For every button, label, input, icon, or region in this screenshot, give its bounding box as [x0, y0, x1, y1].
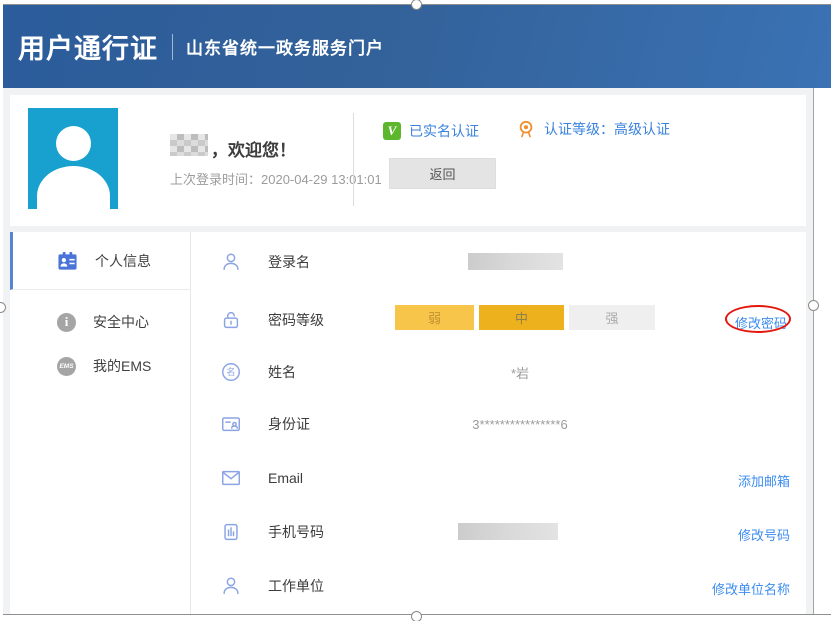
avatar	[28, 108, 118, 209]
selection-handle-right[interactable]	[808, 300, 819, 311]
strength-bar-strong: 强	[569, 305, 655, 330]
sidebar-item-label: 个人信息	[95, 251, 151, 271]
id-badge-icon	[57, 251, 78, 271]
username-redacted	[170, 134, 208, 156]
profile-row-id-card: 身份证 3****************6	[190, 411, 806, 437]
app-title: 用户通行证	[18, 27, 158, 66]
svg-text:名: 名	[226, 366, 235, 377]
screenshot-canvas: 用户通行证 山东省统一政务服务门户 ，欢迎您！ 上次登录时间：2020-04-2…	[0, 0, 834, 621]
strength-bar-medium: 中	[479, 305, 564, 330]
phone-icon	[220, 521, 242, 543]
login-name-redacted	[468, 253, 563, 270]
auth-level-badge: 认证等级：高级认证	[516, 119, 670, 139]
selection-handle-bottom[interactable]	[411, 611, 422, 621]
sidebar-item-label: 我的EMS	[93, 356, 151, 376]
profile-row-login-name: 登录名	[190, 249, 806, 275]
last-login-text: 上次登录时间：2020-04-29 13:01:01	[170, 169, 382, 188]
profile-row-name: 名 姓名 *岩	[190, 359, 806, 385]
greeting-text: ，欢迎您！	[211, 136, 296, 161]
sidebar-item-security-center[interactable]: i 安全中心	[10, 300, 190, 344]
row-label: 登录名	[268, 252, 310, 272]
row-label: Email	[268, 470, 303, 486]
realname-verified-badge: V 已实名认证	[383, 121, 479, 141]
row-label: 手机号码	[268, 522, 324, 542]
row-label: 密码等级	[268, 310, 324, 330]
id-card-icon	[220, 413, 242, 435]
add-email-link[interactable]: 添加邮箱	[738, 471, 790, 490]
profile-row-phone: 手机号码	[190, 519, 806, 545]
verified-label: 已实名认证	[409, 121, 479, 141]
sidebar-item-my-ems[interactable]: EMS 我的EMS	[10, 344, 190, 388]
password-strength-bars: 弱 中 强	[395, 305, 655, 330]
name-icon: 名	[220, 361, 242, 383]
app-header: 用户通行证 山东省统一政务服务门户	[3, 5, 831, 88]
sidebar: 个人信息 i 安全中心 EMS 我的EMS	[10, 232, 190, 614]
page-right-gutter	[813, 88, 831, 614]
briefcase-user-icon	[220, 575, 242, 597]
mail-icon	[220, 467, 242, 489]
user-icon	[220, 251, 242, 273]
row-label: 姓名	[268, 362, 296, 382]
ems-icon: EMS	[57, 357, 76, 376]
lock-icon	[220, 309, 242, 331]
app-subtitle: 山东省统一政务服务门户	[186, 34, 384, 59]
profile-row-email: Email	[190, 465, 806, 491]
auth-level-label: 认证等级：高级认证	[544, 119, 670, 139]
change-phone-link[interactable]: 修改号码	[738, 525, 790, 544]
welcome-divider	[353, 113, 354, 206]
row-label: 身份证	[268, 414, 310, 434]
row-label: 工作单位	[268, 576, 324, 596]
sidebar-item-personal-info[interactable]: 个人信息	[10, 232, 190, 290]
verified-v-icon: V	[383, 122, 401, 140]
back-button[interactable]: 返回	[389, 158, 496, 189]
info-icon: i	[57, 313, 76, 332]
header-divider	[172, 34, 173, 60]
profile-row-password-level: 密码等级 弱 中 强	[190, 307, 806, 333]
id-card-value: 3****************6	[390, 417, 650, 432]
sidebar-item-label: 安全中心	[93, 312, 149, 332]
change-password-link[interactable]: 修改密码	[735, 313, 787, 332]
medal-icon	[516, 119, 536, 139]
phone-number-redacted	[458, 523, 558, 540]
change-work-unit-link[interactable]: 修改单位名称	[712, 579, 790, 598]
strength-bar-weak: 弱	[395, 305, 474, 330]
name-value: *岩	[390, 363, 650, 382]
